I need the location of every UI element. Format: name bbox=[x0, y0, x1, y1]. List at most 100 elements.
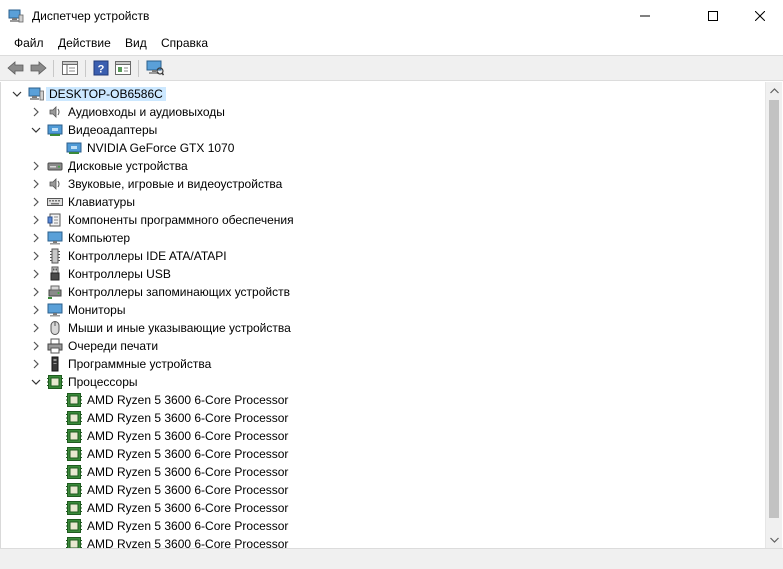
tree-item-label: Контроллеры USB bbox=[68, 267, 171, 281]
forward-button[interactable] bbox=[28, 59, 48, 77]
chevron-down-icon bbox=[770, 537, 779, 543]
tree-item[interactable]: Программные устройства bbox=[1, 355, 765, 373]
tree-item-label: Очереди печати bbox=[68, 339, 159, 353]
chevron-right-icon[interactable] bbox=[29, 105, 43, 119]
menu-action[interactable]: Действие bbox=[56, 36, 113, 50]
help-icon: ? bbox=[93, 60, 109, 76]
processor-icon bbox=[66, 464, 82, 480]
show-hide-console-tree-button[interactable] bbox=[60, 59, 80, 77]
tree-item[interactable]: Контроллеры USB bbox=[1, 265, 765, 283]
storage-controller-icon bbox=[47, 284, 63, 300]
tree-item[interactable]: Мониторы bbox=[1, 301, 765, 319]
display-adapter-icon bbox=[47, 122, 63, 138]
menu-file[interactable]: Файл bbox=[12, 36, 46, 50]
scroll-thumb[interactable] bbox=[769, 100, 779, 518]
processor-icon bbox=[66, 446, 82, 462]
tree-item[interactable]: Компьютер bbox=[1, 229, 765, 247]
tree-item[interactable]: AMD Ryzen 5 3600 6-Core Processor bbox=[1, 427, 765, 445]
monitor-icon bbox=[47, 302, 63, 318]
chevron-right-icon[interactable] bbox=[29, 339, 43, 353]
chevron-right-icon[interactable] bbox=[29, 303, 43, 317]
tree-item[interactable]: AMD Ryzen 5 3600 6-Core Processor bbox=[1, 481, 765, 499]
tree-item[interactable]: Мыши и иные указывающие устройства bbox=[1, 319, 765, 337]
maximize-button[interactable] bbox=[690, 0, 736, 32]
device-manager-icon bbox=[8, 9, 24, 23]
tree-item-label: AMD Ryzen 5 3600 6-Core Processor bbox=[87, 429, 289, 443]
tree-item[interactable]: AMD Ryzen 5 3600 6-Core Processor bbox=[1, 535, 765, 548]
tree-root[interactable]: DESKTOP-OB6586C bbox=[1, 85, 765, 103]
chevron-right-icon[interactable] bbox=[29, 177, 43, 191]
toolbar: ? bbox=[0, 55, 783, 81]
tree-item-label: AMD Ryzen 5 3600 6-Core Processor bbox=[87, 537, 289, 548]
status-bar bbox=[0, 548, 783, 569]
tree-item[interactable]: Дисковые устройства bbox=[1, 157, 765, 175]
display-adapter-icon bbox=[66, 140, 82, 156]
tree-item[interactable]: AMD Ryzen 5 3600 6-Core Processor bbox=[1, 445, 765, 463]
vertical-scrollbar[interactable] bbox=[765, 82, 782, 548]
tree-item[interactable]: Компоненты программного обеспечения bbox=[1, 211, 765, 229]
chevron-right-icon[interactable] bbox=[29, 357, 43, 371]
chevron-right-icon[interactable] bbox=[29, 285, 43, 299]
tree-item[interactable]: AMD Ryzen 5 3600 6-Core Processor bbox=[1, 517, 765, 535]
processor-icon bbox=[66, 518, 82, 534]
tree-item[interactable]: NVIDIA GeForce GTX 1070 bbox=[1, 139, 765, 157]
tree-item-label: AMD Ryzen 5 3600 6-Core Processor bbox=[87, 447, 289, 461]
menu-help[interactable]: Справка bbox=[159, 36, 210, 50]
chevron-down-icon[interactable] bbox=[29, 375, 43, 389]
tree-item-label: Компоненты программного обеспечения bbox=[68, 213, 294, 227]
tree-item-label: AMD Ryzen 5 3600 6-Core Processor bbox=[87, 501, 289, 515]
chevron-right-icon[interactable] bbox=[29, 231, 43, 245]
help-button[interactable]: ? bbox=[91, 59, 111, 77]
chevron-right-icon[interactable] bbox=[29, 321, 43, 335]
usb-icon bbox=[47, 266, 63, 282]
tree-item[interactable]: Видеоадаптеры bbox=[1, 121, 765, 139]
minimize-button[interactable] bbox=[622, 0, 668, 32]
tree-item-label: AMD Ryzen 5 3600 6-Core Processor bbox=[87, 411, 289, 425]
svg-text:?: ? bbox=[98, 64, 105, 76]
tree-item-label: AMD Ryzen 5 3600 6-Core Processor bbox=[87, 465, 289, 479]
computer-icon bbox=[28, 86, 44, 102]
chevron-right-icon[interactable] bbox=[29, 267, 43, 281]
processor-icon bbox=[66, 536, 82, 548]
tree-item[interactable]: Процессоры bbox=[1, 373, 765, 391]
toolbar-separator bbox=[138, 60, 139, 77]
tree-item[interactable]: AMD Ryzen 5 3600 6-Core Processor bbox=[1, 499, 765, 517]
scroll-down-button[interactable] bbox=[766, 531, 783, 548]
chevron-right-icon[interactable] bbox=[29, 249, 43, 263]
properties-button[interactable] bbox=[113, 59, 133, 77]
speaker-icon bbox=[47, 104, 63, 120]
chevron-right-icon[interactable] bbox=[29, 213, 43, 227]
scan-hardware-icon bbox=[146, 60, 164, 76]
tree-item[interactable]: Звуковые, игровые и видеоустройства bbox=[1, 175, 765, 193]
processor-icon bbox=[47, 374, 63, 390]
title-bar: Диспетчер устройств bbox=[0, 0, 783, 32]
close-button[interactable] bbox=[737, 0, 783, 32]
close-icon bbox=[755, 11, 765, 21]
tree-item[interactable]: Аудиовходы и аудиовыходы bbox=[1, 103, 765, 121]
ide-controller-icon bbox=[47, 248, 63, 264]
toolbar-separator bbox=[53, 60, 54, 77]
menu-bar: Файл Действие Вид Справка bbox=[0, 32, 783, 54]
tree-item-label: Компьютер bbox=[68, 231, 131, 245]
tree-item[interactable]: Контроллеры IDE ATA/ATAPI bbox=[1, 247, 765, 265]
tree-item[interactable]: AMD Ryzen 5 3600 6-Core Processor bbox=[1, 463, 765, 481]
scan-hardware-button[interactable] bbox=[145, 59, 165, 77]
processor-icon bbox=[66, 500, 82, 516]
device-tree[interactable]: DESKTOP-OB6586C Аудиовходы и аудиовыходы… bbox=[0, 82, 765, 548]
scroll-up-button[interactable] bbox=[766, 82, 783, 99]
tree-item[interactable]: Очереди печати bbox=[1, 337, 765, 355]
minimize-icon bbox=[640, 15, 650, 17]
mouse-icon bbox=[47, 320, 63, 336]
keyboard-icon bbox=[47, 194, 63, 210]
menu-view[interactable]: Вид bbox=[123, 36, 149, 50]
tree-item[interactable]: Контроллеры запоминающих устройств bbox=[1, 283, 765, 301]
chevron-down-icon[interactable] bbox=[29, 123, 43, 137]
processor-icon bbox=[66, 392, 82, 408]
tree-item[interactable]: Клавиатуры bbox=[1, 193, 765, 211]
back-button[interactable] bbox=[6, 59, 26, 77]
chevron-right-icon[interactable] bbox=[29, 195, 43, 209]
chevron-down-icon[interactable] bbox=[10, 87, 24, 101]
tree-item[interactable]: AMD Ryzen 5 3600 6-Core Processor bbox=[1, 391, 765, 409]
chevron-right-icon[interactable] bbox=[29, 159, 43, 173]
tree-item[interactable]: AMD Ryzen 5 3600 6-Core Processor bbox=[1, 409, 765, 427]
